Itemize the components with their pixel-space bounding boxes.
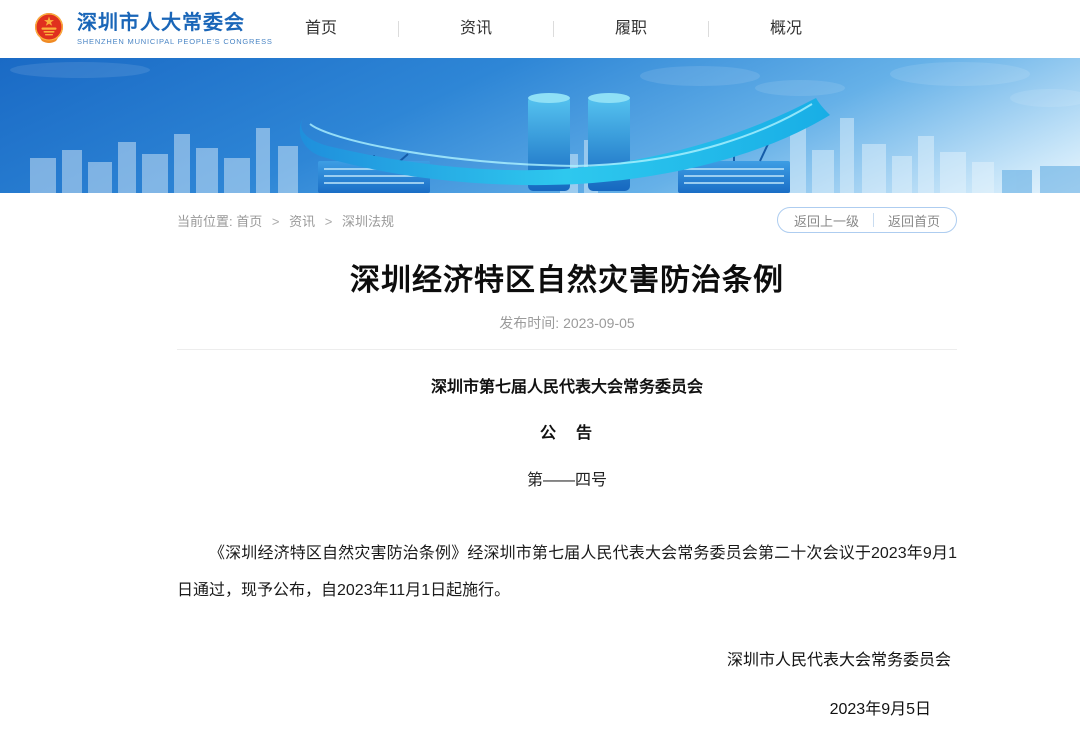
article-page: 当前位置: 首页 > 资讯 > 深圳法规 返回上一级 返回首页 深圳经济特区自然… bbox=[177, 207, 957, 719]
notice-number: 第——四号 bbox=[177, 466, 957, 490]
breadcrumb-link-news[interactable]: 资讯 bbox=[289, 214, 315, 229]
button-divider bbox=[873, 213, 874, 227]
breadcrumb-link-home[interactable]: 首页 bbox=[236, 214, 262, 229]
nav-item-duty[interactable]: 履职 bbox=[554, 0, 708, 58]
national-emblem-icon bbox=[32, 11, 66, 47]
signature-org: 深圳市人民代表大会常务委员会 bbox=[177, 646, 957, 670]
civic-center-illustration bbox=[0, 58, 1080, 193]
back-parent-button[interactable]: 返回上一级 bbox=[794, 211, 859, 230]
back-button-group: 返回上一级 返回首页 bbox=[777, 207, 957, 233]
publish-time-value: 2023-09-05 bbox=[563, 315, 635, 331]
issuer-line: 深圳市第七届人民代表大会常务委员会 bbox=[177, 373, 957, 397]
breadcrumb-link-regulations[interactable]: 深圳法规 bbox=[342, 214, 394, 229]
breadcrumb-label: 当前位置: bbox=[177, 214, 233, 229]
breadcrumb: 当前位置: 首页 > 资讯 > 深圳法规 bbox=[177, 211, 394, 230]
publish-time: 发布时间: 2023-09-05 bbox=[177, 313, 957, 333]
signature-date: 2023年9月5日 bbox=[177, 695, 957, 719]
breadcrumb-separator: > bbox=[325, 214, 333, 229]
site-header: 深圳市人大常委会 SHENZHEN MUNICIPAL PEOPLE'S CON… bbox=[0, 0, 1080, 58]
back-home-button[interactable]: 返回首页 bbox=[888, 211, 940, 230]
publish-time-label: 发布时间: bbox=[499, 315, 559, 331]
banner-image bbox=[0, 58, 1080, 193]
nav-item-news[interactable]: 资讯 bbox=[399, 0, 553, 58]
nav-item-home[interactable]: 首页 bbox=[244, 0, 398, 58]
page-title: 深圳经济特区自然灾害防治条例 bbox=[177, 255, 957, 299]
main-nav: 首页 资讯 履职 概况 bbox=[244, 0, 863, 58]
breadcrumb-separator: > bbox=[272, 214, 280, 229]
divider bbox=[177, 349, 957, 350]
notice-heading: 公 告 bbox=[177, 419, 957, 443]
nav-item-overview[interactable]: 概况 bbox=[709, 0, 863, 58]
body-paragraph: 《深圳经济特区自然灾害防治条例》经深圳市第七届人民代表大会常务委员会第二十次会议… bbox=[177, 535, 957, 609]
site-logo[interactable]: 深圳市人大常委会 SHENZHEN MUNICIPAL PEOPLE'S CON… bbox=[32, 11, 273, 47]
